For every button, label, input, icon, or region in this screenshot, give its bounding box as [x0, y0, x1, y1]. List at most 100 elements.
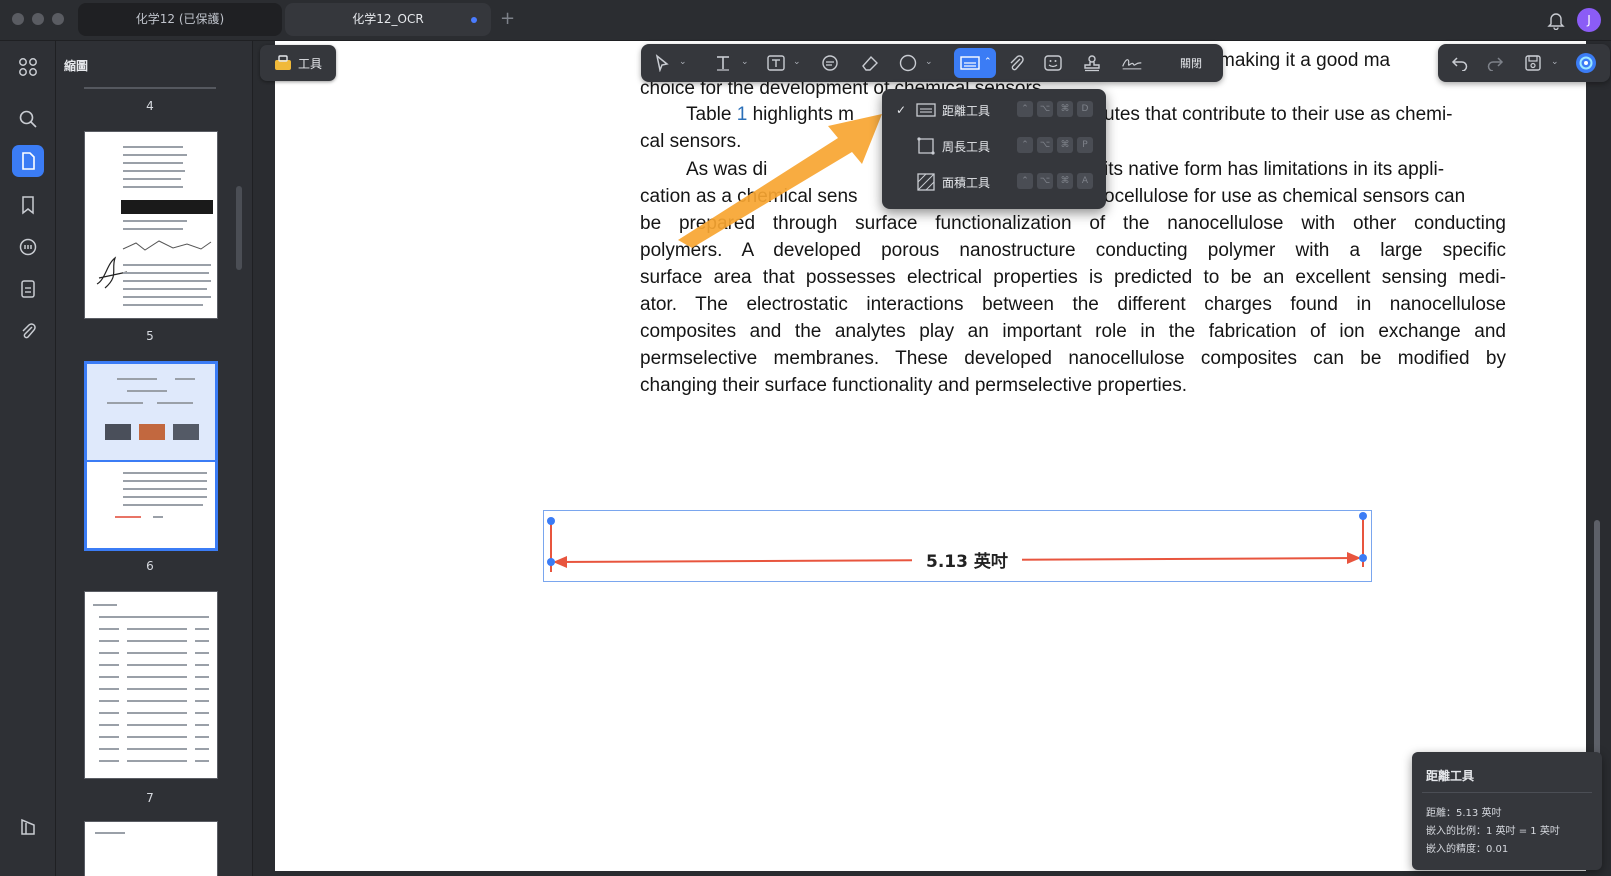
text-line-9: ator. The electrostatic interactions bet…	[640, 294, 1506, 315]
panel-title: 縮圖	[64, 59, 89, 73]
document-scrollbar[interactable]	[1594, 520, 1600, 780]
page-number-label: 6	[146, 559, 154, 573]
text-tool-button[interactable]	[712, 53, 734, 73]
keyboard-shortcut: ⌃ ⌥ ⌘ A	[1017, 173, 1093, 189]
comment-tool-button[interactable]	[819, 53, 841, 73]
menu-item-label: 距離工具	[942, 104, 991, 118]
window-minimize-button[interactable]	[32, 13, 44, 25]
measure-handle[interactable]	[547, 517, 555, 525]
rail-attachments-button[interactable]	[12, 315, 44, 347]
menu-item-label: 周長工具	[942, 140, 991, 154]
info-panel-divider	[1422, 792, 1592, 793]
chevron-down-icon[interactable]: ⌄	[741, 57, 749, 67]
title-bar: 化学12 (已保護) 化学12_OCR + J	[0, 0, 1611, 41]
stamp-tool-button[interactable]	[1081, 53, 1103, 73]
thumbnail-page-5[interactable]	[84, 131, 218, 319]
chevron-down-icon[interactable]: ⌄	[679, 57, 687, 67]
text-line-8: surface area that possesses electrical p…	[640, 267, 1506, 288]
text-line-2b: utes that contribute to their use as che…	[1104, 104, 1453, 125]
shape-tool-button[interactable]	[897, 53, 919, 73]
text-line-10: composites and the analytes play an impo…	[640, 321, 1506, 342]
redo-button[interactable]	[1484, 53, 1506, 73]
close-toolbar-button[interactable]: 關閉	[1180, 55, 1202, 71]
page-number-label: 5	[146, 329, 154, 343]
measurement-value-label: 5.13 英吋	[912, 547, 1022, 572]
tab-document-ocr[interactable]: 化学12_OCR	[285, 3, 491, 36]
toolbox-icon	[274, 55, 291, 70]
signature-tool-button[interactable]	[1121, 53, 1143, 73]
select-tool-button[interactable]	[651, 53, 673, 73]
search-icon	[19, 110, 37, 128]
new-tab-plus-icon[interactable]: +	[500, 9, 515, 29]
rail-collapse-panel-button[interactable]	[12, 811, 44, 843]
keyboard-shortcut: ⌃ ⌥ ⌘ D	[1017, 101, 1093, 117]
rail-form-button[interactable]	[12, 273, 44, 305]
menu-item-distance-tool[interactable]: ✓ 距離工具 ⌃ ⌥ ⌘ D	[882, 93, 1106, 127]
thumbnail-page-6[interactable]	[84, 361, 218, 551]
signature-icon	[1122, 59, 1142, 70]
menu-item-perimeter-tool[interactable]: 周長工具 ⌃ ⌥ ⌘ P	[882, 129, 1106, 163]
eraser-icon	[862, 55, 878, 71]
area-hatch-icon	[917, 173, 935, 191]
thumbnail-page-7[interactable]	[84, 591, 218, 779]
tab-document-protected[interactable]: 化学12 (已保護)	[78, 3, 282, 36]
circle-shape-icon	[899, 54, 917, 72]
annotation-toolbar: ⌄ ⌄ ⌄ ⌄ ⌃ 關閉	[641, 44, 1223, 82]
tools-button[interactable]: 工具	[260, 45, 336, 81]
save-disk-icon	[1525, 55, 1541, 71]
redo-icon	[1487, 57, 1504, 71]
ai-assistant-icon	[1576, 53, 1596, 73]
stamp-icon	[1084, 55, 1100, 72]
undo-button[interactable]	[1449, 53, 1471, 73]
page-number-label: 4	[146, 99, 154, 113]
keyboard-shortcut: ⌃ ⌥ ⌘ P	[1017, 137, 1093, 153]
tools-button-label: 工具	[297, 56, 322, 71]
info-distance: 距離：5.13 英吋	[1426, 808, 1502, 819]
text-line-5b: ocellulose for use as chemical sensors c…	[1104, 186, 1466, 207]
rail-home-button[interactable]	[12, 51, 44, 83]
rail-bookmarks-button[interactable]	[12, 189, 44, 221]
speech-bubble-icon	[822, 55, 838, 71]
chevron-down-icon[interactable]: ⌄	[925, 57, 933, 67]
save-button[interactable]	[1522, 53, 1544, 73]
cursor-arrow-icon	[655, 54, 669, 72]
ai-assistant-button[interactable]	[1573, 50, 1599, 76]
measure-tool-icon-wrap	[959, 53, 981, 73]
measurement-info-panel: 距離工具 距離：5.13 英吋 嵌入的比例：1 英吋 = 1 英吋 嵌入的精度：…	[1412, 752, 1602, 870]
unsaved-dot-icon	[471, 17, 477, 23]
info-panel-title: 距離工具	[1426, 769, 1475, 783]
user-avatar[interactable]: J	[1577, 8, 1601, 32]
notification-bell-icon[interactable]	[1546, 10, 1566, 30]
chevron-down-icon[interactable]: ⌄	[1551, 57, 1559, 67]
measure-handle[interactable]	[547, 558, 555, 566]
textbox-tool-button[interactable]	[765, 53, 787, 73]
rail-comments-button[interactable]	[12, 231, 44, 263]
info-precision: 嵌入的精度：0.01	[1426, 844, 1509, 855]
attach-tool-button[interactable]	[1005, 53, 1027, 73]
window-close-button[interactable]	[12, 13, 24, 25]
checkmark-icon: ✓	[896, 103, 907, 117]
sticker-tool-button[interactable]	[1042, 53, 1064, 73]
measure-handle[interactable]	[1359, 512, 1367, 520]
document-list-icon	[21, 280, 35, 298]
bookmark-icon	[22, 196, 34, 215]
rail-search-button[interactable]	[12, 103, 44, 135]
eraser-tool-button[interactable]	[859, 53, 881, 73]
panel-divider	[84, 87, 216, 89]
text-line-11: permselective membranes. These developed…	[640, 348, 1506, 369]
grid-icon	[19, 58, 37, 76]
sidebar-toggle-icon	[21, 818, 35, 835]
chevron-down-icon[interactable]: ⌄	[793, 57, 801, 67]
thumbnail-scrollbar[interactable]	[236, 186, 242, 270]
window-zoom-button[interactable]	[52, 13, 64, 25]
menu-item-area-tool[interactable]: 面積工具 ⌃ ⌥ ⌘ A	[882, 165, 1106, 199]
menu-item-label: 面積工具	[942, 176, 991, 190]
right-toolbar: ⌄	[1438, 44, 1610, 82]
orange-pointer-arrow-icon	[678, 114, 882, 248]
rail-thumbnails-button[interactable]	[12, 145, 44, 177]
text-line-4b: its native form has limitations in its a…	[1104, 159, 1445, 180]
tab-label: 化学12_OCR	[352, 12, 424, 26]
thumbnail-page-8[interactable]	[84, 821, 218, 876]
chevron-up-icon[interactable]: ⌃	[984, 57, 992, 67]
measure-handle[interactable]	[1359, 554, 1367, 562]
